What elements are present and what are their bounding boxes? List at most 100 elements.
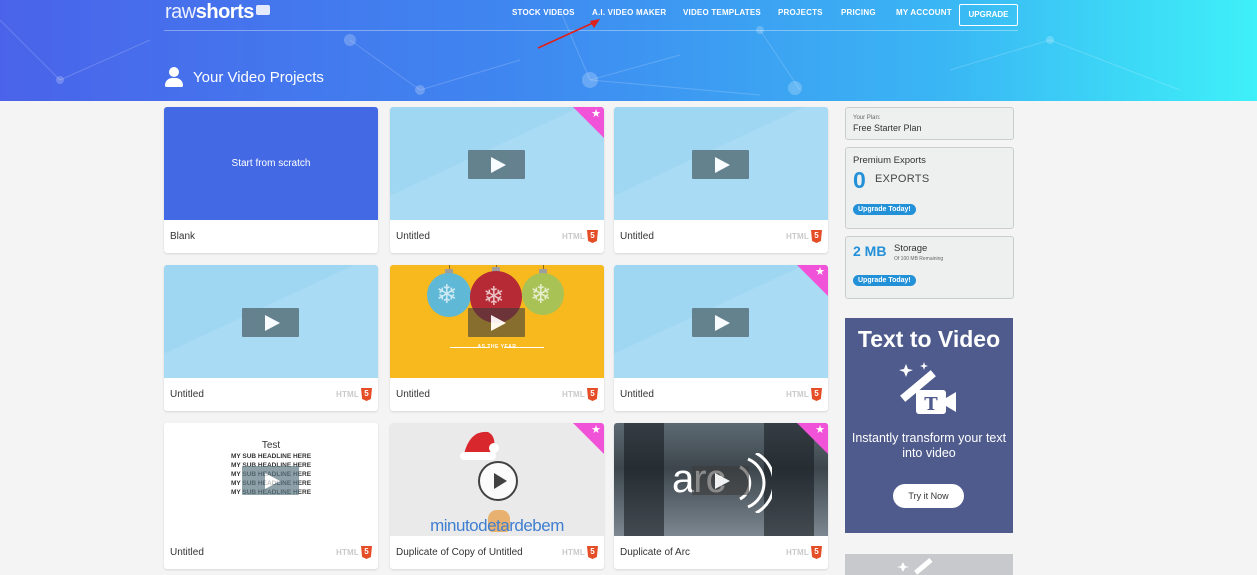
header-banner: rawshorts STOCK VIDEOS A.I. VIDEO MAKER … bbox=[0, 0, 1257, 101]
project-thumbnail: Test MY SUB HEADLINE HERE MY SUB HEADLIN… bbox=[164, 423, 378, 536]
project-card[interactable]: ❄ ❄ ❄ AS THE YEAR Untitled HTML 5 bbox=[390, 265, 604, 411]
html5-badge-text: HTML bbox=[561, 390, 585, 399]
annotation-arrow-icon bbox=[537, 19, 600, 49]
project-thumbnail bbox=[614, 265, 828, 378]
html5-icon: 5 bbox=[811, 388, 822, 401]
santa-hat-icon bbox=[460, 431, 499, 460]
project-name: Blank bbox=[170, 231, 196, 242]
project-thumbnail bbox=[390, 107, 604, 220]
html5-badge-text: HTML bbox=[561, 232, 585, 241]
project-thumbnail bbox=[614, 107, 828, 220]
plan-box: Your Plan: Free Starter Plan bbox=[845, 107, 1014, 140]
upgrade-today-button[interactable]: Upgrade Today! bbox=[853, 275, 916, 286]
play-icon[interactable] bbox=[242, 466, 299, 495]
project-name: Untitled bbox=[620, 389, 654, 400]
text-to-video-promo[interactable]: Text to Video T Instantly transform your… bbox=[845, 318, 1013, 533]
html5-badge-text: HTML bbox=[335, 548, 359, 557]
html5-badge: HTML 5 bbox=[336, 546, 372, 559]
html5-badge-text: HTML bbox=[785, 548, 809, 557]
star-icon: ★ bbox=[591, 108, 601, 120]
magic-wand-icon bbox=[897, 558, 933, 575]
promo-title: Text to Video bbox=[857, 326, 1001, 352]
play-icon[interactable] bbox=[242, 308, 299, 337]
secondary-promo[interactable] bbox=[845, 554, 1013, 575]
html5-icon: 5 bbox=[587, 546, 598, 559]
page-title-text: Your Video Projects bbox=[193, 68, 324, 86]
html5-badge: HTML 5 bbox=[562, 388, 598, 401]
project-card[interactable]: ★ Untitled HTML 5 bbox=[614, 265, 828, 411]
html5-icon: 5 bbox=[811, 230, 822, 243]
html5-badge-text: HTML bbox=[785, 390, 809, 399]
play-icon[interactable] bbox=[692, 466, 749, 495]
snowflake-icon: ❄ bbox=[483, 281, 505, 311]
html5-icon: 5 bbox=[811, 546, 822, 559]
thumbnail-title: Test bbox=[261, 440, 281, 451]
start-from-scratch-text: Start from scratch bbox=[231, 158, 311, 169]
project-name: Untitled bbox=[396, 389, 430, 400]
nav-projects[interactable]: PROJECTS bbox=[778, 8, 823, 17]
plan-name: Free Starter Plan bbox=[853, 123, 922, 133]
project-card[interactable]: Untitled HTML 5 bbox=[164, 265, 378, 411]
project-name: Untitled bbox=[620, 231, 654, 242]
promo-description: Instantly transform your text into video bbox=[851, 431, 1007, 460]
project-thumbnail bbox=[164, 265, 378, 378]
project-thumbnail: ❄ ❄ ❄ AS THE YEAR bbox=[390, 265, 604, 378]
storage-label: Storage bbox=[894, 243, 928, 254]
play-icon[interactable] bbox=[692, 308, 749, 337]
thumbnail-caption: AS THE YEAR bbox=[477, 344, 517, 350]
play-icon[interactable] bbox=[468, 150, 525, 179]
upgrade-button[interactable]: UPGRADE bbox=[959, 4, 1018, 26]
page-title: Your Video Projects bbox=[165, 67, 324, 87]
play-icon[interactable] bbox=[692, 150, 749, 179]
project-card[interactable]: ★ Untitled HTML 5 bbox=[390, 107, 604, 253]
project-card[interactable]: Untitled HTML 5 bbox=[614, 107, 828, 253]
html5-icon: 5 bbox=[361, 546, 372, 559]
magic-wand-camera-icon: T bbox=[899, 362, 956, 415]
plan-label: Your Plan: bbox=[853, 115, 881, 121]
html5-badge: HTML 5 bbox=[562, 230, 598, 243]
html5-icon: 5 bbox=[587, 230, 598, 243]
upgrade-today-button[interactable]: Upgrade Today! bbox=[853, 204, 916, 215]
exports-title: Premium Exports bbox=[853, 155, 926, 166]
nav-pricing[interactable]: PRICING bbox=[841, 8, 876, 17]
snowflake-icon: ❄ bbox=[436, 279, 458, 309]
html5-badge-text: HTML bbox=[335, 390, 359, 399]
project-thumbnail: arc bbox=[614, 423, 828, 536]
html5-badge: HTML 5 bbox=[786, 546, 822, 559]
snowflake-icon: ❄ bbox=[530, 279, 552, 309]
thumbnail-brand-text: minutodetardebem bbox=[430, 516, 564, 535]
user-icon bbox=[165, 67, 183, 87]
project-name: Duplicate of Copy of Untitled bbox=[396, 547, 523, 558]
play-icon[interactable] bbox=[478, 461, 518, 501]
html5-badge: HTML 5 bbox=[786, 230, 822, 243]
html5-badge: HTML 5 bbox=[562, 546, 598, 559]
project-thumbnail: minutodetardebem bbox=[390, 423, 604, 536]
project-name: Duplicate of Arc bbox=[620, 547, 691, 558]
nav-my-account[interactable]: MY ACCOUNT bbox=[896, 8, 952, 17]
project-name: Untitled bbox=[396, 231, 430, 242]
exports-label: EXPORTS bbox=[875, 173, 930, 185]
star-icon: ★ bbox=[815, 424, 825, 436]
star-icon: ★ bbox=[591, 424, 601, 436]
storage-box: 2 MB Storage Of 100 MB Remaining Upgrade… bbox=[845, 236, 1014, 299]
project-card-blank[interactable]: Start from scratch Blank bbox=[164, 107, 378, 253]
html5-badge: HTML 5 bbox=[336, 388, 372, 401]
project-thumbnail: Start from scratch bbox=[164, 107, 378, 220]
project-card[interactable]: Test MY SUB HEADLINE HERE MY SUB HEADLIN… bbox=[164, 423, 378, 569]
project-name: Untitled bbox=[170, 547, 204, 558]
html5-icon: 5 bbox=[587, 388, 598, 401]
try-it-now-button[interactable]: Try it Now bbox=[893, 484, 964, 508]
project-card[interactable]: minutodetardebem ★ Duplicate of Copy of … bbox=[390, 423, 604, 569]
project-card[interactable]: arc ★ Duplicate of Arc HTML5 bbox=[614, 423, 828, 569]
storage-remaining: Of 100 MB Remaining bbox=[894, 256, 944, 262]
html5-badge-text: HTML bbox=[561, 548, 585, 557]
exports-count: 0 bbox=[853, 167, 866, 193]
html5-badge: HTML 5 bbox=[786, 388, 822, 401]
html5-badge-text: HTML bbox=[785, 232, 809, 241]
storage-amount: 2 MB bbox=[853, 243, 887, 259]
play-icon[interactable] bbox=[468, 308, 525, 337]
star-icon: ★ bbox=[815, 266, 825, 278]
project-name: Untitled bbox=[170, 389, 204, 400]
svg-text:T: T bbox=[924, 394, 938, 415]
html5-icon: 5 bbox=[361, 388, 372, 401]
